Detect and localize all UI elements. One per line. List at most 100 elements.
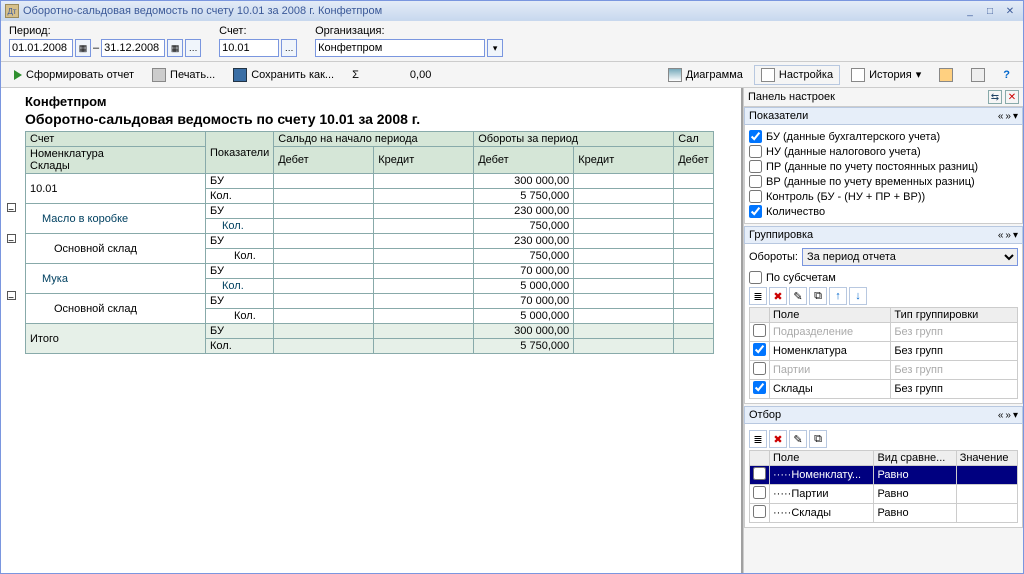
form-report-button[interactable]: Сформировать отчет <box>7 66 141 84</box>
filter-row[interactable]: ·····Номенклату...Равно <box>750 466 1018 485</box>
col-deb2: Дебет <box>474 147 574 174</box>
filter-add-icon[interactable]: ≣ <box>749 430 767 448</box>
history-icon <box>851 68 865 82</box>
report-table: Счет Показатели Сальдо на начало периода… <box>25 131 714 354</box>
obor-select[interactable]: За период отчета <box>802 248 1018 266</box>
col-kre1: Кредит <box>374 147 474 174</box>
section-filter-header[interactable]: Отбор«»▾ <box>744 406 1023 424</box>
section-pokazateli: Показатели«»▾ БУ (данные бухгалтерского … <box>744 107 1023 224</box>
filter-row[interactable]: ·····ПартииРавно <box>750 485 1018 504</box>
panel-close-icon[interactable]: ✕ <box>1005 90 1019 104</box>
section-group-header[interactable]: Группировка«»▾ <box>744 226 1023 244</box>
outline-tree: − − − <box>3 148 19 302</box>
table-row[interactable]: Основной складБУ230 000,00 <box>26 234 714 249</box>
section-group: Группировка«»▾ Обороты: За период отчета… <box>744 226 1023 404</box>
filter-row[interactable]: ·····СкладыРавно <box>750 504 1018 523</box>
chevron-down-icon: ▾ <box>916 68 922 81</box>
tool-icon <box>939 68 953 82</box>
chk-subacc[interactable] <box>749 271 762 284</box>
minimize-button[interactable]: _ <box>961 4 979 18</box>
chk-nu[interactable] <box>749 145 762 158</box>
chev-left-icon[interactable]: « <box>998 111 1004 122</box>
table-row[interactable]: 10.01БУ300 000,00 <box>26 174 714 189</box>
history-label: История <box>869 69 912 81</box>
table-row[interactable]: Основной складБУ70 000,00 <box>26 294 714 309</box>
collapse-handle[interactable]: − <box>7 291 16 300</box>
params-bar: Период: ▦ – ▦ … Счет: … Организация: ▾ <box>1 21 1023 62</box>
form-report-label: Сформировать отчет <box>26 69 134 81</box>
col-kre2: Кредит <box>574 147 674 174</box>
obor-label: Обороты: <box>749 251 798 263</box>
settings-button[interactable]: Настройка <box>754 65 840 85</box>
date-to-input[interactable] <box>101 39 165 57</box>
period-label: Период: <box>9 25 201 37</box>
group-add-icon[interactable]: ≣ <box>749 287 767 305</box>
date-from-input[interactable] <box>9 39 73 57</box>
date-to-cal-icon[interactable]: ▦ <box>167 39 183 57</box>
group-row[interactable]: СкладыБез групп <box>750 380 1018 399</box>
chk-vr[interactable] <box>749 175 762 188</box>
play-icon <box>14 70 22 80</box>
chev-right-icon[interactable]: » <box>1005 111 1011 122</box>
toolbar: Сформировать отчет Печать... Сохранить к… <box>1 62 1023 88</box>
group-row[interactable]: НоменклатураБез групп <box>750 342 1018 361</box>
group-row[interactable]: ПартииБез групп <box>750 361 1018 380</box>
app-window: Дт Оборотно-сальдовая ведомость по счету… <box>0 0 1024 574</box>
account-input[interactable] <box>219 39 279 57</box>
arrow-up-icon[interactable]: ↑ <box>829 287 847 305</box>
account-select-button[interactable]: … <box>281 39 297 57</box>
tool-button-1[interactable] <box>932 65 960 85</box>
maximize-button[interactable]: □ <box>981 4 999 18</box>
filter-copy-icon[interactable]: ⧉ <box>809 430 827 448</box>
col-ozp: Обороты за период <box>474 132 674 147</box>
history-button[interactable]: История ▾ <box>844 65 928 85</box>
panel-restore-icon[interactable]: ⇆ <box>988 90 1002 104</box>
close-button[interactable]: ✕ <box>1001 4 1019 18</box>
org-input[interactable] <box>315 39 485 57</box>
filter-edit-icon[interactable]: ✎ <box>789 430 807 448</box>
table-row[interactable]: МукаБУ70 000,00 <box>26 264 714 279</box>
saveas-button[interactable]: Сохранить как... <box>226 65 341 85</box>
report-org: Конфетпром <box>21 90 741 109</box>
col-pokaz: Показатели <box>206 132 274 174</box>
sigma-icon: Σ <box>352 69 359 81</box>
group-row[interactable]: ПодразделениеБез групп <box>750 323 1018 342</box>
diagram-label: Диаграмма <box>686 69 743 81</box>
tool-button-2[interactable] <box>964 65 992 85</box>
col-snp: Сальдо на начало периода <box>274 132 474 147</box>
chk-ctrl[interactable] <box>749 190 762 203</box>
collapse-handle[interactable]: − <box>7 234 16 243</box>
period-select-button[interactable]: … <box>185 39 201 57</box>
group-edit-icon[interactable]: ✎ <box>789 287 807 305</box>
col-nomen: НоменклатураСклады <box>26 147 206 174</box>
chart-icon <box>668 68 682 82</box>
chk-pr[interactable] <box>749 160 762 173</box>
date-from-cal-icon[interactable]: ▦ <box>75 39 91 57</box>
group-copy-icon[interactable]: ⧉ <box>809 287 827 305</box>
table-row[interactable]: Масло в коробкеБУ230 000,00 <box>26 204 714 219</box>
period-dash: – <box>93 42 99 54</box>
sigma-button[interactable]: Σ <box>345 66 366 84</box>
group-toolbar: ≣ ✖ ✎ ⧉ ↑ ↓ <box>749 285 1018 307</box>
section-filter: Отбор«»▾ ≣ ✖ ✎ ⧉ ПолеВид сравне...Значен… <box>744 406 1023 528</box>
filter-toolbar: ≣ ✖ ✎ ⧉ <box>749 428 1018 450</box>
filter-del-icon[interactable]: ✖ <box>769 430 787 448</box>
chk-qty[interactable] <box>749 205 762 218</box>
row-total-kol: Кол. <box>206 339 274 354</box>
settings-label: Настройка <box>779 69 833 81</box>
col-deb3: Дебет <box>674 147 713 174</box>
chk-bu[interactable] <box>749 130 762 143</box>
section-pokazateli-header[interactable]: Показатели«»▾ <box>744 107 1023 125</box>
arrow-down-icon[interactable]: ↓ <box>849 287 867 305</box>
group-del-icon[interactable]: ✖ <box>769 287 787 305</box>
org-dropdown-button[interactable]: ▾ <box>487 39 503 57</box>
chev-down-icon[interactable]: ▾ <box>1013 111 1018 122</box>
page-icon <box>971 68 985 82</box>
help-button[interactable]: ? <box>996 66 1017 84</box>
panel-title: Панель настроек <box>748 91 835 103</box>
print-button[interactable]: Печать... <box>145 65 222 85</box>
collapse-handle[interactable]: − <box>7 203 16 212</box>
diagram-button[interactable]: Диаграмма <box>661 65 750 85</box>
account-label: Счет: <box>219 25 297 37</box>
settings-panel: Панель настроек ⇆ ✕ Показатели«»▾ БУ (да… <box>743 88 1023 573</box>
